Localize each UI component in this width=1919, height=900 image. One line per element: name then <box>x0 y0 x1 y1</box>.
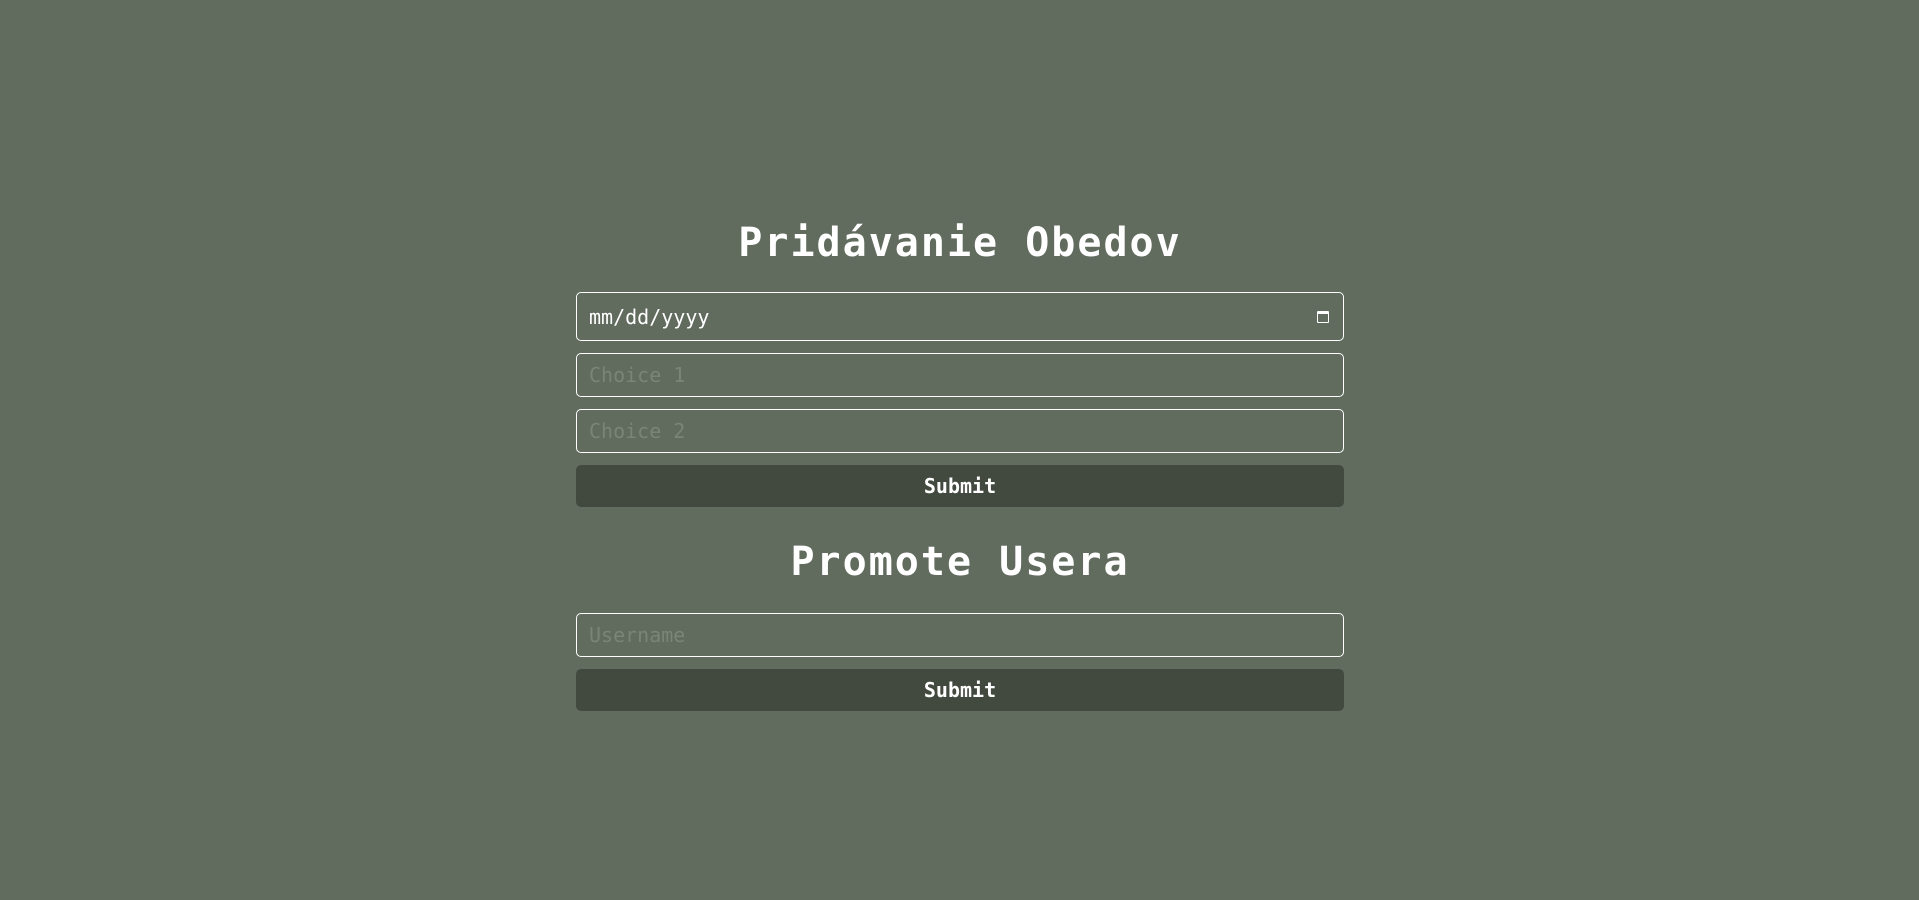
admin-panel: Pridávanie Obedov mm/dd/yyyy Choice 1 Ch… <box>576 210 1344 733</box>
meals-form-title: Pridávanie Obedov <box>738 220 1182 266</box>
choice-1-placeholder: Choice 1 <box>589 363 686 387</box>
date-input-value: mm/dd/yyyy <box>589 304 710 329</box>
calendar-icon[interactable] <box>1317 310 1329 323</box>
promote-submit-button[interactable]: Submit <box>576 669 1344 711</box>
meals-submit-button[interactable]: Submit <box>576 465 1344 507</box>
date-input[interactable]: mm/dd/yyyy <box>576 292 1344 341</box>
username-input[interactable]: Username <box>576 613 1344 657</box>
choice-1-input[interactable]: Choice 1 <box>576 353 1344 397</box>
choice-2-placeholder: Choice 2 <box>589 419 686 443</box>
promote-form-title: Promote Usera <box>790 539 1130 585</box>
choice-2-input[interactable]: Choice 2 <box>576 409 1344 453</box>
username-placeholder: Username <box>589 623 686 647</box>
